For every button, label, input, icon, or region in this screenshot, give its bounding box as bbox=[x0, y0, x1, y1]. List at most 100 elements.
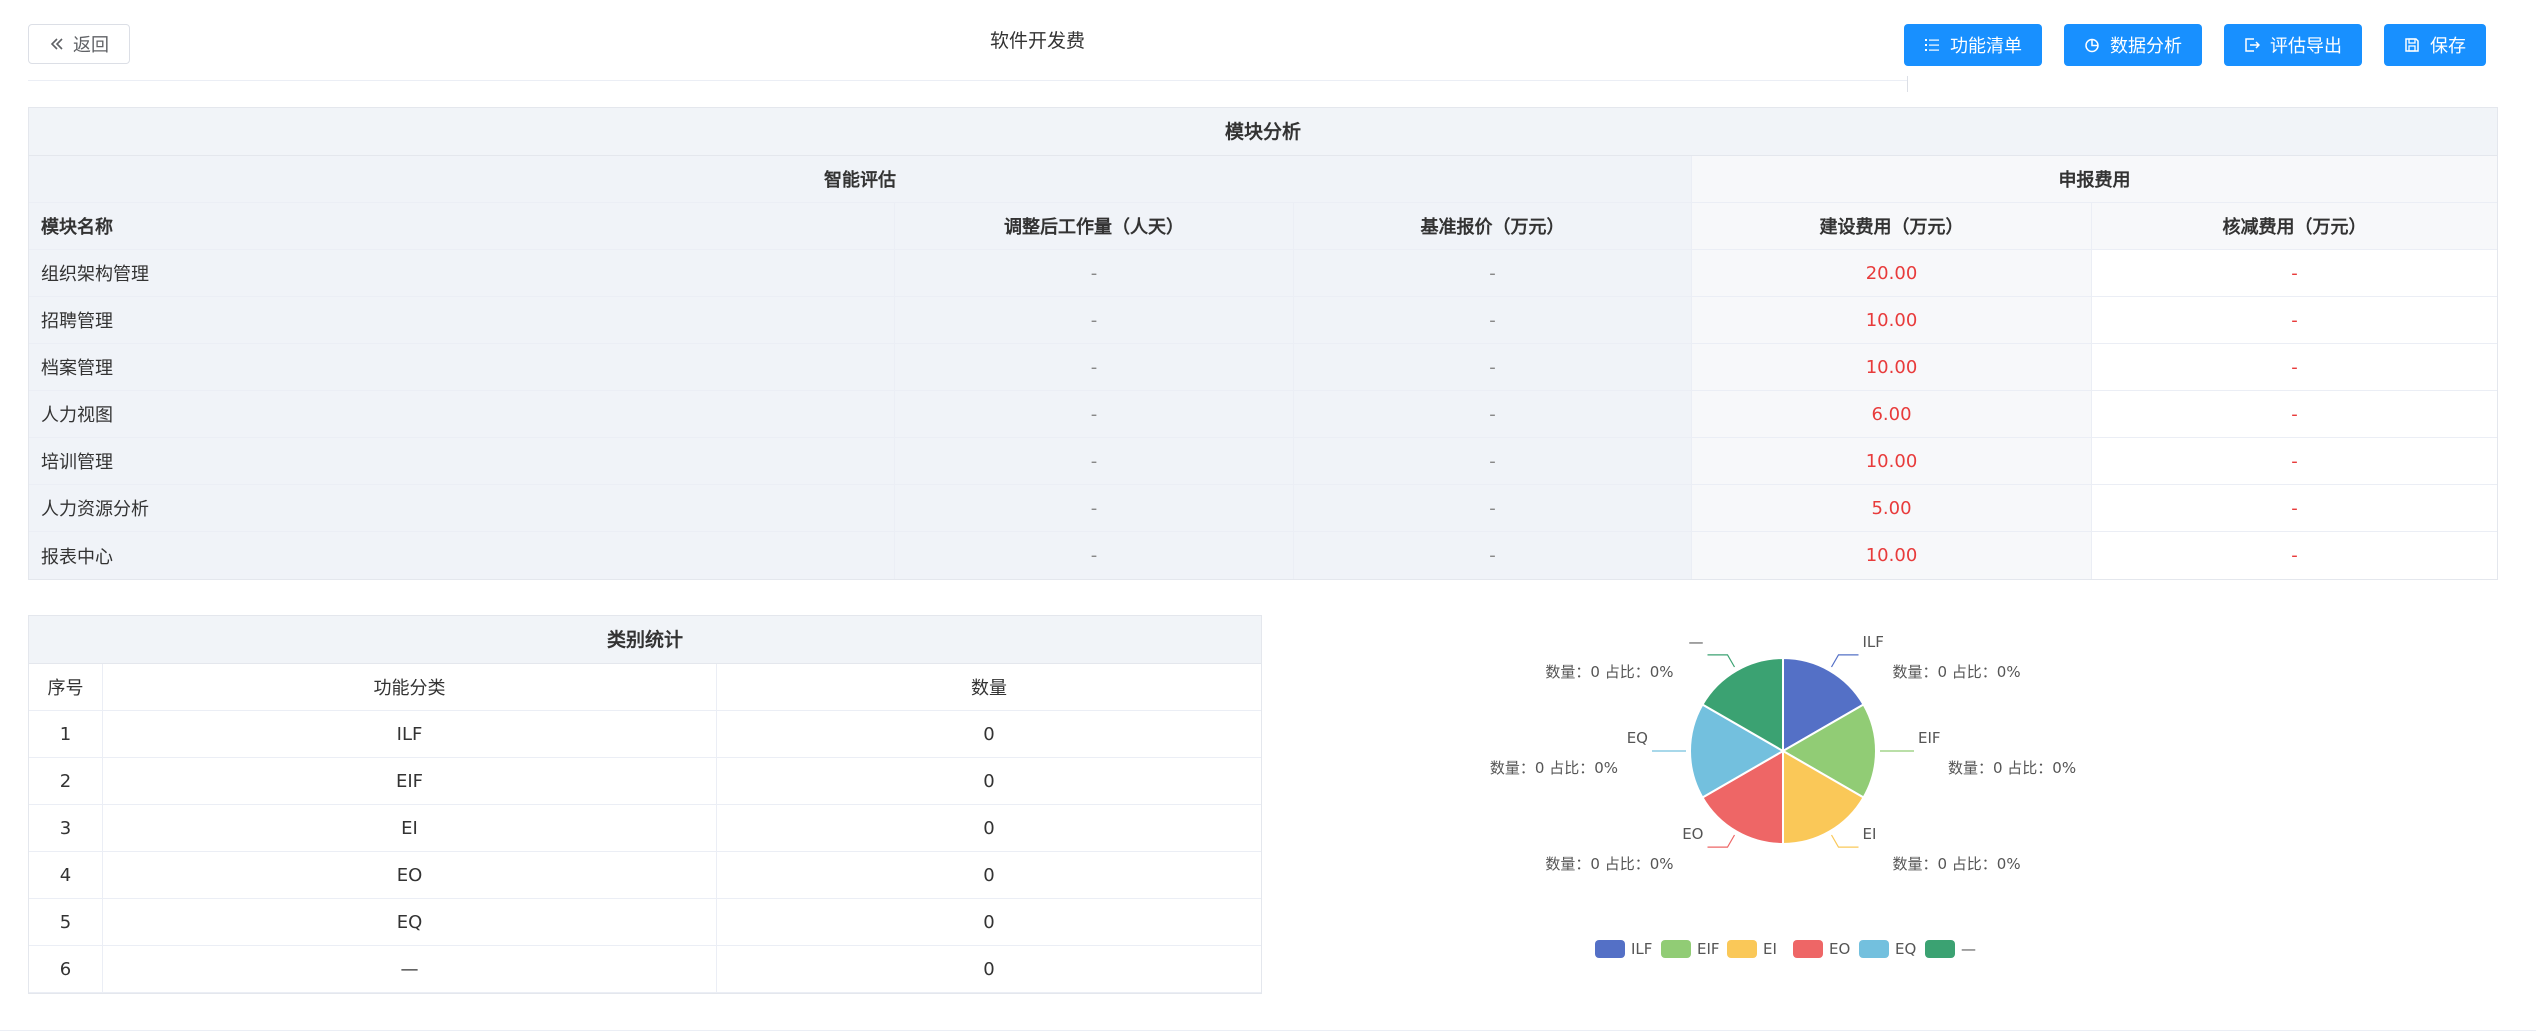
row-count: 0 bbox=[983, 911, 995, 933]
row-index: 6 bbox=[29, 946, 103, 992]
col-category: 功能分类 bbox=[103, 664, 717, 710]
module-analysis-table: 模块分析 智能评估 申报费用 模块名称 调整后工作量（人天） 基准报价（万元） … bbox=[28, 107, 2498, 580]
row-index: 3 bbox=[29, 805, 103, 851]
cut-cost-value: - bbox=[2092, 391, 2497, 437]
table-row: 组织架构管理 - - 20.00 - bbox=[29, 250, 2497, 297]
export-icon bbox=[2245, 38, 2260, 52]
row-category: EO bbox=[103, 852, 717, 898]
pie-label-name: EO bbox=[1682, 825, 1703, 843]
table-row: 2 EIF 0 bbox=[29, 758, 1261, 805]
module-name: 报表中心 bbox=[29, 532, 895, 579]
cut-cost-value: - bbox=[2092, 532, 2497, 579]
module-name: 档案管理 bbox=[29, 344, 895, 390]
base-price-value: - bbox=[1294, 391, 1692, 437]
legend-label[interactable]: — bbox=[1961, 940, 1976, 958]
row-count: 0 bbox=[983, 864, 995, 886]
table-row: 报表中心 - - 10.00 - bbox=[29, 532, 2497, 579]
table-row: 1 ILF 0 bbox=[29, 711, 1261, 758]
row-category: EQ bbox=[103, 899, 717, 945]
table-row: 3 EI 0 bbox=[29, 805, 1261, 852]
workload-value: - bbox=[895, 485, 1294, 531]
col-count: 数量 bbox=[971, 678, 1007, 699]
pie-leader-line bbox=[1830, 654, 1859, 668]
function-list-button[interactable]: 功能清单 bbox=[1904, 24, 2042, 66]
save-button[interactable]: 保存 bbox=[2384, 24, 2486, 66]
table-row: 5 EQ 0 bbox=[29, 899, 1261, 946]
pie-icon bbox=[2085, 38, 2099, 53]
group-smart-evaluation: 智能评估 bbox=[29, 156, 1692, 202]
function-list-label: 功能清单 bbox=[1950, 36, 2022, 57]
table-row: 招聘管理 - - 10.00 - bbox=[29, 297, 2497, 344]
top-bar: 返回 软件开发费 功能清单 数据分析 评估导出 保存 bbox=[0, 0, 2536, 92]
build-cost-value: 10.00 bbox=[1692, 438, 2092, 484]
col-module-name: 模块名称 bbox=[29, 203, 895, 249]
table-row: 6 — 0 bbox=[29, 946, 1261, 993]
table-row: 人力视图 - - 6.00 - bbox=[29, 391, 2497, 438]
workload-value: - bbox=[895, 391, 1294, 437]
module-name: 培训管理 bbox=[29, 438, 895, 484]
category-column-header: 序号 功能分类 数量 bbox=[29, 664, 1261, 711]
action-toolbar: 功能清单 数据分析 评估导出 保存 bbox=[1904, 24, 2486, 66]
bottom-divider bbox=[0, 1030, 2536, 1031]
legend-swatch[interactable] bbox=[1727, 940, 1757, 958]
legend-label[interactable]: EI bbox=[1763, 940, 1777, 958]
list-icon bbox=[1925, 39, 1939, 51]
pie-label-value: 数量：0 占比：0% bbox=[1490, 759, 1618, 777]
row-index: 1 bbox=[29, 711, 103, 757]
build-cost-value: 6.00 bbox=[1692, 391, 2092, 437]
cut-cost-value: - bbox=[2092, 344, 2497, 390]
row-count: 0 bbox=[983, 770, 995, 792]
workload-value: - bbox=[895, 438, 1294, 484]
row-category: ILF bbox=[103, 711, 717, 757]
base-price-value: - bbox=[1294, 532, 1692, 579]
pie-label-name: EQ bbox=[1627, 729, 1648, 747]
header-divider bbox=[28, 80, 1908, 81]
pie-label-name: — bbox=[1689, 633, 1704, 651]
build-cost-value: 10.00 bbox=[1692, 297, 2092, 343]
module-name: 人力视图 bbox=[29, 391, 895, 437]
row-index: 2 bbox=[29, 758, 103, 804]
pie-label-value: 数量：0 占比：0% bbox=[1948, 759, 2076, 777]
col-base-price: 基准报价（万元） bbox=[1294, 203, 1692, 249]
build-cost-value: 10.00 bbox=[1692, 344, 2092, 390]
legend-swatch[interactable] bbox=[1793, 940, 1823, 958]
divider-tick bbox=[1907, 76, 1908, 92]
legend-label[interactable]: EO bbox=[1829, 940, 1850, 958]
pie-leader-line bbox=[1830, 834, 1859, 848]
col-adjusted-workload: 调整后工作量（人天） bbox=[895, 203, 1294, 249]
cut-cost-value: - bbox=[2092, 250, 2497, 296]
workload-value: - bbox=[895, 532, 1294, 579]
pie-label-name: EIF bbox=[1918, 729, 1941, 747]
workload-value: - bbox=[895, 250, 1294, 296]
legend-swatch[interactable] bbox=[1595, 940, 1625, 958]
module-name: 招聘管理 bbox=[29, 297, 895, 343]
data-analysis-button[interactable]: 数据分析 bbox=[2064, 24, 2202, 66]
row-count: 0 bbox=[983, 817, 995, 839]
build-cost-value: 5.00 bbox=[1692, 485, 2092, 531]
legend-label[interactable]: EIF bbox=[1697, 940, 1720, 958]
row-index: 5 bbox=[29, 899, 103, 945]
build-cost-value: 20.00 bbox=[1692, 250, 2092, 296]
base-price-value: - bbox=[1294, 438, 1692, 484]
export-button[interactable]: 评估导出 bbox=[2224, 24, 2362, 66]
legend-swatch[interactable] bbox=[1925, 940, 1955, 958]
cut-cost-value: - bbox=[2092, 485, 2497, 531]
table-row: 培训管理 - - 10.00 - bbox=[29, 438, 2497, 485]
table-column-header: 模块名称 调整后工作量（人天） 基准报价（万元） 建设费用（万元） 核减费用（万… bbox=[29, 203, 2497, 250]
pie-label-value: 数量：0 占比：0% bbox=[1545, 663, 1673, 681]
legend-label[interactable]: ILF bbox=[1631, 940, 1652, 958]
legend-swatch[interactable] bbox=[1661, 940, 1691, 958]
legend-label[interactable]: EQ bbox=[1895, 940, 1916, 958]
save-icon bbox=[2405, 38, 2419, 52]
table-row: 档案管理 - - 10.00 - bbox=[29, 344, 2497, 391]
col-build-cost: 建设费用（万元） bbox=[1692, 203, 2092, 249]
pie-label-value: 数量：0 占比：0% bbox=[1545, 855, 1673, 873]
save-label: 保存 bbox=[2430, 36, 2466, 57]
table-row: 4 EO 0 bbox=[29, 852, 1261, 899]
category-table-title: 类别统计 bbox=[29, 616, 1261, 664]
pie-label-value: 数量：0 占比：0% bbox=[1893, 855, 2021, 873]
col-index: 序号 bbox=[29, 664, 103, 710]
cut-cost-value: - bbox=[2092, 438, 2497, 484]
category-pie-chart: ILF 数量：0 占比：0% EIF 数量：0 占比：0% EI 数量：0 占比：0% EO… bbox=[1490, 633, 2076, 958]
legend-swatch[interactable] bbox=[1859, 940, 1889, 958]
